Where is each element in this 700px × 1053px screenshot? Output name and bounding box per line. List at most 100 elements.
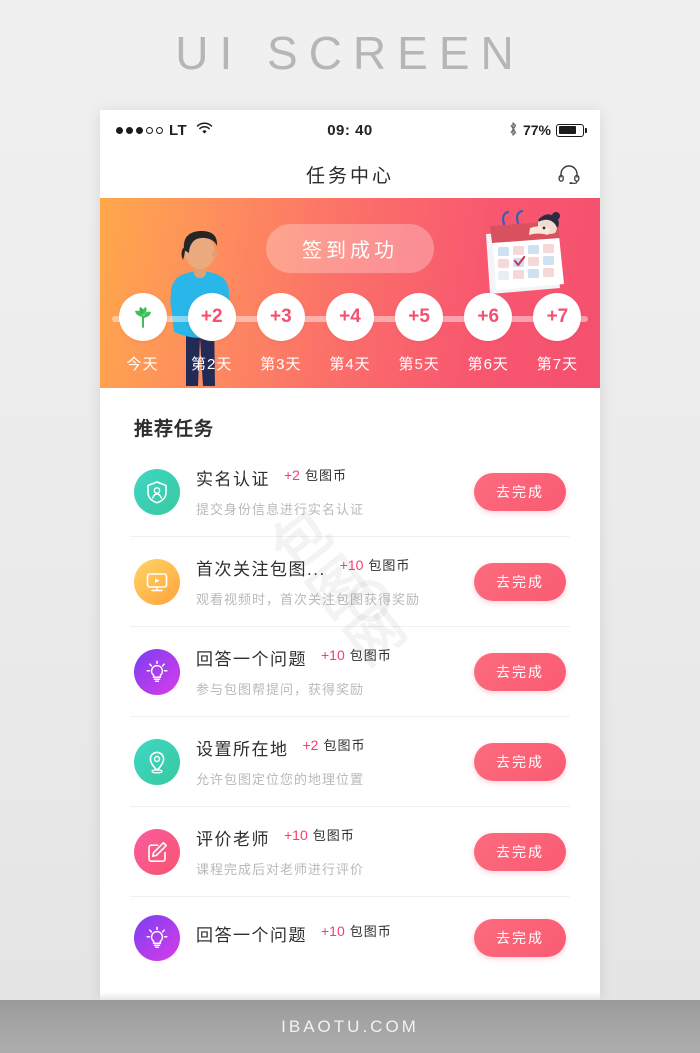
task-action-button[interactable]: 去完成 [474,919,566,957]
status-bar-right: 77% [508,121,587,140]
checkin-day-label: 第3天 [260,356,302,373]
checkin-timeline: 今天 +2 第2天 +3 第3天 +4 第4天 +5 第5天 +6 第6天 +7… [100,293,600,388]
task-action-button[interactable]: 去完成 [474,562,566,601]
task-row[interactable]: 回答一个问题 +10 包图币 参与包图帮提问，获得奖励 去完成 [130,627,570,717]
watermark-footer: IBAOTU.COM [0,1000,700,1053]
signal-strength-dots [116,126,163,134]
status-bar: LT 09: 40 77% [100,110,600,150]
task-action-button[interactable]: 去完成 [474,832,566,871]
sprout-icon [134,307,151,328]
task-row[interactable]: 实名认证 +2 包图币 提交身份信息进行实名认证 去完成 [130,447,570,537]
battery-percent-label: 77% [522,122,551,138]
lightbulb-icon [134,648,180,695]
phone-screen: LT 09: 40 77% 任务中心 签到成功 今天 +2 第2天 +3 第3天… [100,110,600,1000]
checkin-day-5[interactable]: +5 第5天 [390,293,448,374]
task-topline: 首次关注包图... +10 包图币 [196,555,462,580]
section-title: 推荐任务 [134,419,215,440]
task-name: 回答一个问题 [196,650,307,669]
calendar-person-illustration [486,209,564,294]
task-body: 回答一个问题 +10 包图币 参与包图帮提问，获得奖励 [196,645,462,698]
task-topline: 实名认证 +2 包图币 [196,465,462,490]
task-row[interactable]: 首次关注包图... +10 包图币 观看视频时，首次关注包图获得奖励 去完成 [130,537,570,627]
navigation-bar: 任务中心 [100,150,600,198]
screen-bottom-fade [100,992,600,1000]
task-reward-unit: 包图币 [323,738,366,753]
checkin-day-label: 第4天 [329,356,371,373]
task-action-button[interactable]: 去完成 [474,472,566,511]
checkin-day-1[interactable]: 今天 [114,293,172,374]
task-description: 允许包图定位您的地理位置 [196,772,365,787]
task-reward: +10 包图币 [321,921,392,940]
task-description: 参与包图帮提问，获得奖励 [196,682,365,697]
shield-user-icon [134,468,180,515]
timeline-days: 今天 +2 第2天 +3 第3天 +4 第4天 +5 第5天 +6 第6天 +7… [100,293,600,374]
video-monitor-icon [134,558,180,605]
task-reward-unit: 包图币 [349,648,392,663]
task-reward-unit: 包图币 [304,468,347,483]
checkin-day-7[interactable]: +7 第7天 [528,293,586,374]
signin-success-button[interactable]: 签到成功 [266,224,434,273]
checkin-day-bubble [118,293,167,341]
carrier-label: LT [169,121,188,139]
checkin-day-label: 第6天 [467,356,509,373]
task-reward: +2 包图币 [284,465,347,484]
task-name: 回答一个问题 [196,926,307,945]
task-row[interactable]: 评价老师 +10 包图币 课程完成后对老师进行评价 去完成 [130,807,570,897]
checkin-day-bubble: +2 [187,293,236,341]
signin-banner: 签到成功 今天 +2 第2天 +3 第3天 +4 第4天 +5 第5天 +6 第… [100,198,600,388]
task-reward-amount: +2 [284,467,300,483]
task-body: 首次关注包图... +10 包图币 观看视频时，首次关注包图获得奖励 [196,555,462,608]
bluetooth-icon [508,121,518,140]
task-reward: +10 包图币 [340,555,411,574]
headset-icon[interactable] [556,161,582,187]
task-description: 课程完成后对老师进行评价 [196,862,365,877]
page-title: 任务中心 [305,165,394,187]
task-reward: +10 包图币 [321,645,392,664]
location-pin-icon [134,738,180,785]
checkin-day-bubble: +5 [395,293,444,341]
task-reward-amount: +2 [302,737,319,753]
task-reward: +2 包图币 [303,735,366,754]
checkin-day-label: 第2天 [191,356,233,373]
task-topline: 回答一个问题 +10 包图币 [196,645,462,670]
checkin-day-bubble: +6 [464,293,513,341]
checkin-day-label: 今天 [126,356,159,373]
task-name: 设置所在地 [196,740,289,759]
checkin-day-2[interactable]: +2 第2天 [183,293,241,374]
task-reward-amount: +10 [321,647,345,663]
task-name: 评价老师 [196,830,270,849]
task-reward-unit: 包图币 [368,558,411,573]
task-name: 首次关注包图... [196,560,326,579]
task-body: 设置所在地 +2 包图币 允许包图定位您的地理位置 [196,735,462,788]
task-topline: 评价老师 +10 包图币 [196,825,462,850]
task-action-button[interactable]: 去完成 [474,742,566,781]
watermark-header: UI SCREEN [175,26,525,79]
checkin-day-label: 第5天 [398,356,440,373]
checkin-day-6[interactable]: +6 第6天 [459,293,517,374]
checkin-day-3[interactable]: +3 第3天 [252,293,310,374]
battery-icon [556,123,587,137]
task-row[interactable]: 回答一个问题 +10 包图币 去完成 [130,897,570,979]
checkin-day-label: 第7天 [536,356,579,373]
edit-square-icon [134,828,180,875]
wifi-icon [196,122,213,139]
task-topline: 回答一个问题 +10 包图币 [196,921,462,946]
checkin-day-4[interactable]: +4 第4天 [321,293,379,374]
task-description: 提交身份信息进行实名认证 [196,502,365,517]
task-name: 实名认证 [196,470,270,489]
task-reward-amount: +10 [339,557,364,573]
task-reward-unit: 包图币 [312,828,355,843]
task-reward-amount: +10 [284,827,308,843]
task-description: 观看视频时，首次关注包图获得奖励 [196,592,421,607]
checkin-day-bubble: +3 [256,293,305,341]
task-action-button[interactable]: 去完成 [474,652,566,691]
task-reward: +10 包图币 [284,825,355,844]
recommended-tasks-section: 推荐任务 实名认证 +2 包图币 提交身份信息进行实名认证 去完成 首次关注包图… [100,388,600,979]
task-body: 回答一个问题 +10 包图币 [196,921,462,955]
task-row[interactable]: 设置所在地 +2 包图币 允许包图定位您的地理位置 去完成 [130,717,570,807]
checkin-day-bubble: +7 [533,293,582,341]
task-reward-amount: +10 [321,923,345,939]
task-topline: 设置所在地 +2 包图币 [196,735,462,760]
task-body: 评价老师 +10 包图币 课程完成后对老师进行评价 [196,825,462,878]
task-list: 实名认证 +2 包图币 提交身份信息进行实名认证 去完成 首次关注包图... +… [100,447,600,979]
